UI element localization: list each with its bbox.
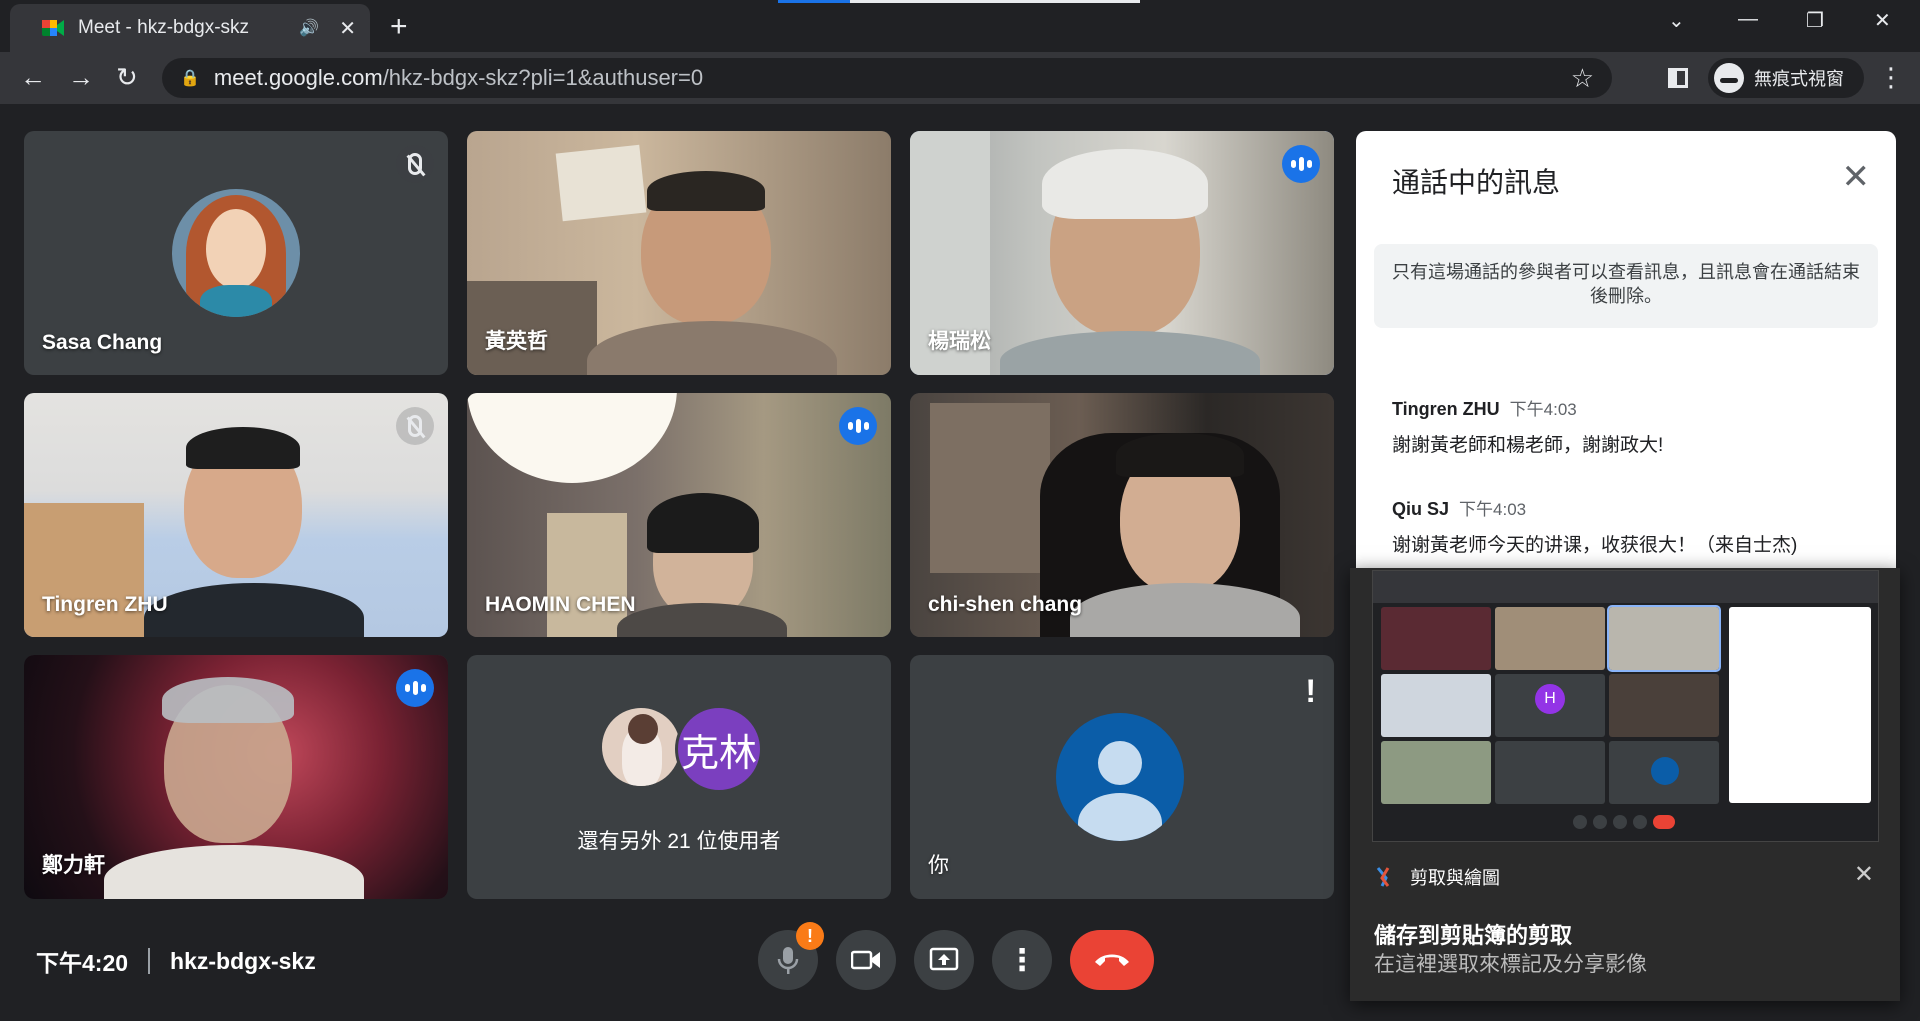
participant-tile[interactable]: HAOMIN CHEN [467, 393, 891, 637]
participant-name: 黃英哲 [485, 330, 548, 353]
snip-sketch-icon [1374, 866, 1394, 888]
speaking-indicator-icon [1282, 145, 1320, 183]
microphone-icon [777, 947, 799, 974]
new-tab-button[interactable]: + [390, 10, 408, 44]
speaking-indicator-icon [839, 407, 877, 445]
chat-message: Qiu SJ 下午4:03 谢谢黃老师今天的讲课，收获很大！（来自士杰) [1392, 495, 1797, 557]
screenshot-thumbnail[interactable]: H [1372, 570, 1879, 842]
incognito-indicator[interactable]: 無痕式視窗 [1708, 58, 1864, 98]
overflow-participants-tile[interactable]: 克林 還有另外 21 位使用者 [467, 655, 891, 899]
participant-tile[interactable]: Sasa Chang [24, 131, 448, 375]
close-chat-icon[interactable]: ✕ [1842, 157, 1871, 197]
url-host: meet.google.com [213, 65, 383, 90]
message-sender: Tingren ZHU [1392, 399, 1500, 419]
participant-name: 鄭力軒 [42, 854, 105, 877]
url-path: /hkz-bdgx-skz?pli=1&authuser=0 [382, 65, 704, 90]
participant-name: 你 [928, 854, 949, 877]
hang-up-icon [1095, 954, 1129, 966]
more-options-icon: ⋮ [1007, 943, 1037, 977]
browser-menu-icon[interactable]: ⋮ [1878, 62, 1904, 93]
video-camera-icon [851, 950, 880, 970]
speaker-icon[interactable]: 🔊 [299, 18, 319, 38]
chat-message: Tingren ZHU 下午4:03 謝謝黃老師和楊老師，謝謝政大! [1392, 395, 1663, 457]
message-time: 下午4:03 [1459, 500, 1527, 519]
participant-tile[interactable]: 鄭力軒 [24, 655, 448, 899]
side-panel-icon[interactable] [1668, 68, 1688, 88]
browser-titlebar: Meet - hkz-bdgx-skz 🔊 ✕ + ⌄ — ❐ ✕ [0, 0, 1920, 52]
lock-icon: 🔒 [180, 70, 200, 87]
meet-favicon-icon [42, 18, 64, 38]
microphone-button[interactable]: ! [758, 922, 824, 990]
tab-title: Meet - hkz-bdgx-skz [78, 17, 250, 38]
browser-toolbar: ← → ↻ 🔒 meet.google.com/hkz-bdgx-skz?pli… [0, 52, 1920, 104]
avatar [172, 189, 300, 317]
message-text: 謝謝黃老師和楊老師，謝謝政大! [1392, 435, 1664, 456]
minimize-button[interactable]: — [1738, 8, 1758, 31]
leave-call-button[interactable] [1070, 930, 1154, 990]
message-text: 谢谢黃老师今天的讲课，收获很大！（来自士杰) [1392, 535, 1798, 556]
browser-tab[interactable]: Meet - hkz-bdgx-skz 🔊 ✕ [10, 4, 370, 52]
participant-tile[interactable]: chi-shen chang [910, 393, 1334, 637]
incognito-label: 無痕式視窗 [1754, 69, 1844, 89]
snip-app-name: 剪取與繪圖 [1410, 868, 1500, 888]
participant-name: 楊瑞松 [928, 330, 991, 353]
participant-name: HAOMIN CHEN [485, 593, 636, 616]
snip-heading: 儲存到剪貼簿的剪取 [1374, 923, 1573, 948]
meeting-time: 下午4:20 [36, 950, 129, 976]
close-notification-icon[interactable]: ✕ [1854, 860, 1874, 889]
avatar: 克林 [675, 705, 763, 793]
bookmark-star-icon[interactable]: ☆ [1571, 63, 1594, 94]
chat-notice: 只有這場通話的參與者可以查看訊息，且訊息會在通話結束後刪除。 [1374, 244, 1878, 328]
default-user-avatar-icon [1056, 713, 1184, 841]
participant-name: Tingren ZHU [42, 593, 168, 616]
participant-tile[interactable]: 楊瑞松 [910, 131, 1334, 375]
participant-tile[interactable]: 黃英哲 [467, 131, 891, 375]
participant-name: Sasa Chang [42, 331, 163, 354]
muted-mic-icon [396, 145, 434, 183]
muted-mic-icon [396, 407, 434, 445]
back-button[interactable]: ← [20, 62, 46, 93]
restore-button[interactable]: ❐ [1806, 8, 1824, 33]
incognito-icon [1714, 63, 1744, 93]
meeting-code[interactable]: hkz-bdgx-skz [170, 948, 316, 975]
snip-subtext: 在這裡選取來標記及分享影像 [1374, 953, 1647, 976]
avatar [599, 705, 683, 789]
mini-avatar: H [1535, 684, 1565, 714]
message-sender: Qiu SJ [1392, 499, 1450, 519]
message-time: 下午4:03 [1509, 400, 1577, 419]
close-tab-icon[interactable]: ✕ [339, 16, 356, 41]
mic-warning-badge: ! [796, 922, 824, 950]
more-options-button[interactable]: ⋮ [992, 930, 1052, 990]
snip-app-row: 剪取與繪圖 [1374, 864, 1500, 890]
present-screen-icon [929, 947, 959, 971]
speaking-indicator-icon [396, 669, 434, 707]
participant-name: chi-shen chang [928, 593, 1083, 616]
address-bar[interactable]: 🔒 meet.google.com/hkz-bdgx-skz?pli=1&aut… [162, 58, 1612, 98]
camera-button[interactable] [836, 930, 896, 990]
chat-panel: 通話中的訊息 ✕ 只有這場通話的參與者可以查看訊息，且訊息會在通話結束後刪除。 … [1356, 131, 1896, 571]
meeting-info: 下午4:20 hkz-bdgx-skz [36, 944, 316, 978]
chat-title: 通話中的訊息 [1392, 167, 1561, 198]
snip-notification[interactable]: H 剪取與繪圖 ✕ 儲存到剪貼簿的剪取 在這裡選取來標記及分享影像 [1350, 568, 1900, 1001]
tab-search-icon[interactable]: ⌄ [1668, 8, 1685, 33]
participant-tile[interactable]: Tingren ZHU [24, 393, 448, 637]
reload-button[interactable]: ↻ [116, 62, 138, 93]
close-window-button[interactable]: ✕ [1874, 8, 1891, 33]
self-tile[interactable]: ! 你 [910, 655, 1334, 899]
present-screen-button[interactable] [914, 930, 974, 990]
forward-button[interactable]: → [68, 62, 94, 93]
alert-icon[interactable]: ! [1305, 673, 1316, 710]
load-progress [778, 0, 1140, 3]
overflow-count-label: 還有另外 21 位使用者 [577, 830, 781, 853]
